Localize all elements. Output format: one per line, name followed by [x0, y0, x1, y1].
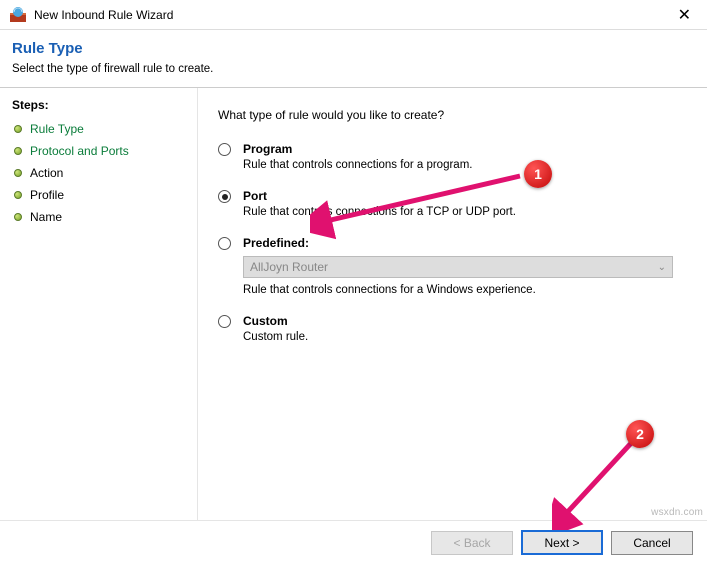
page-subtitle: Select the type of firewall rule to crea…	[12, 63, 695, 75]
step-protocol-ports[interactable]: Protocol and Ports	[4, 140, 193, 162]
close-icon[interactable]: ✕	[672, 5, 697, 25]
annotation-badge-1: 1	[524, 160, 552, 188]
firewall-icon	[10, 7, 26, 23]
option-predefined[interactable]: Predefined: AllJoyn Router ⌄ Rule that c…	[218, 236, 681, 296]
option-custom-label: Custom	[243, 314, 681, 328]
wizard-main: What type of rule would you like to crea…	[198, 88, 707, 523]
radio-icon[interactable]	[218, 143, 231, 156]
page-title: Rule Type	[12, 40, 695, 57]
option-port-desc: Rule that controls connections for a TCP…	[243, 206, 681, 218]
step-action[interactable]: Action	[4, 162, 193, 184]
bullet-icon	[14, 147, 22, 155]
watermark: wsxdn.com	[651, 507, 703, 518]
radio-icon[interactable]	[218, 237, 231, 250]
step-label: Name	[30, 210, 62, 224]
wizard-footer: < Back Next > Cancel	[0, 520, 707, 564]
bullet-icon	[14, 169, 22, 177]
steps-sidebar: Steps: Rule Type Protocol and Ports Acti…	[0, 88, 198, 523]
option-program[interactable]: Program Rule that controls connections f…	[218, 142, 681, 171]
radio-icon[interactable]	[218, 315, 231, 328]
step-label: Profile	[30, 188, 64, 202]
bullet-icon	[14, 125, 22, 133]
window-title: New Inbound Rule Wizard	[34, 8, 672, 22]
title-bar: New Inbound Rule Wizard ✕	[0, 0, 707, 30]
predefined-value: AllJoyn Router	[250, 260, 328, 274]
option-predefined-label: Predefined:	[243, 236, 681, 250]
option-custom[interactable]: Custom Custom rule.	[218, 314, 681, 343]
annotation-badge-2: 2	[626, 420, 654, 448]
step-name[interactable]: Name	[4, 206, 193, 228]
predefined-select: AllJoyn Router ⌄	[243, 256, 673, 278]
step-label: Protocol and Ports	[30, 144, 129, 158]
option-program-label: Program	[243, 142, 681, 156]
option-port[interactable]: Port Rule that controls connections for …	[218, 189, 681, 218]
back-button: < Back	[431, 531, 513, 555]
option-port-label: Port	[243, 189, 681, 203]
option-program-desc: Rule that controls connections for a pro…	[243, 159, 681, 171]
option-custom-desc: Custom rule.	[243, 331, 681, 343]
radio-icon[interactable]	[218, 190, 231, 203]
bullet-icon	[14, 191, 22, 199]
next-button[interactable]: Next >	[521, 530, 603, 555]
prompt-text: What type of rule would you like to crea…	[218, 108, 681, 122]
step-rule-type[interactable]: Rule Type	[4, 118, 193, 140]
cancel-button[interactable]: Cancel	[611, 531, 693, 555]
bullet-icon	[14, 213, 22, 221]
wizard-body: Steps: Rule Type Protocol and Ports Acti…	[0, 88, 707, 523]
wizard-header: Rule Type Select the type of firewall ru…	[0, 30, 707, 88]
steps-heading: Steps:	[4, 96, 193, 118]
step-profile[interactable]: Profile	[4, 184, 193, 206]
step-label: Action	[30, 166, 63, 180]
chevron-down-icon: ⌄	[658, 262, 666, 273]
step-label: Rule Type	[30, 122, 84, 136]
option-predefined-desc: Rule that controls connections for a Win…	[243, 284, 681, 296]
